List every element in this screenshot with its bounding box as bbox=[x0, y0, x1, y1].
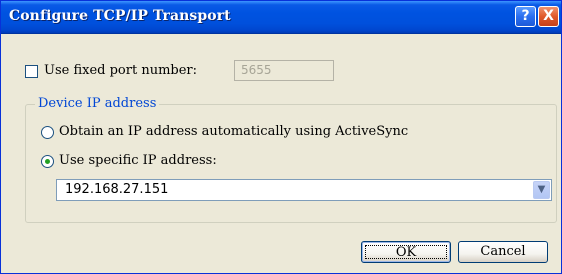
device-ip-group-label: Device IP address bbox=[35, 96, 160, 111]
help-icon: ? bbox=[521, 8, 530, 24]
specific-ip-radio[interactable] bbox=[41, 155, 54, 168]
fixed-port-label[interactable]: Use fixed port number: bbox=[44, 63, 197, 78]
chevron-down-icon: ▼ bbox=[537, 184, 546, 195]
title-bar[interactable]: Configure TCP/IP Transport ? X bbox=[1, 1, 561, 34]
ok-button-focus-rect: OK bbox=[365, 245, 447, 260]
dropdown-button[interactable]: ▼ bbox=[533, 181, 550, 199]
cancel-button-label: Cancel bbox=[480, 244, 526, 259]
help-button[interactable]: ? bbox=[515, 6, 536, 27]
specific-ip-label[interactable]: Use specific IP address: bbox=[59, 153, 217, 168]
port-number-input: 5655 bbox=[234, 60, 334, 81]
ok-button-label: OK bbox=[395, 245, 417, 260]
cancel-button[interactable]: Cancel bbox=[458, 241, 548, 263]
ip-address-value[interactable]: 192.168.27.151 bbox=[65, 182, 168, 197]
fixed-port-checkbox[interactable] bbox=[25, 65, 38, 78]
dialog-window: Configure TCP/IP Transport ? X Use fixed… bbox=[0, 0, 562, 274]
ip-address-combobox[interactable]: 192.168.27.151 ▼ bbox=[56, 179, 552, 201]
ok-button[interactable]: OK bbox=[361, 241, 451, 263]
close-icon: X bbox=[543, 8, 554, 24]
auto-ip-radio[interactable] bbox=[41, 126, 54, 139]
radio-selected-dot bbox=[45, 159, 50, 164]
dialog-title: Configure TCP/IP Transport bbox=[9, 8, 231, 24]
close-button[interactable]: X bbox=[538, 6, 559, 27]
auto-ip-label[interactable]: Obtain an IP address automatically using… bbox=[59, 124, 408, 139]
